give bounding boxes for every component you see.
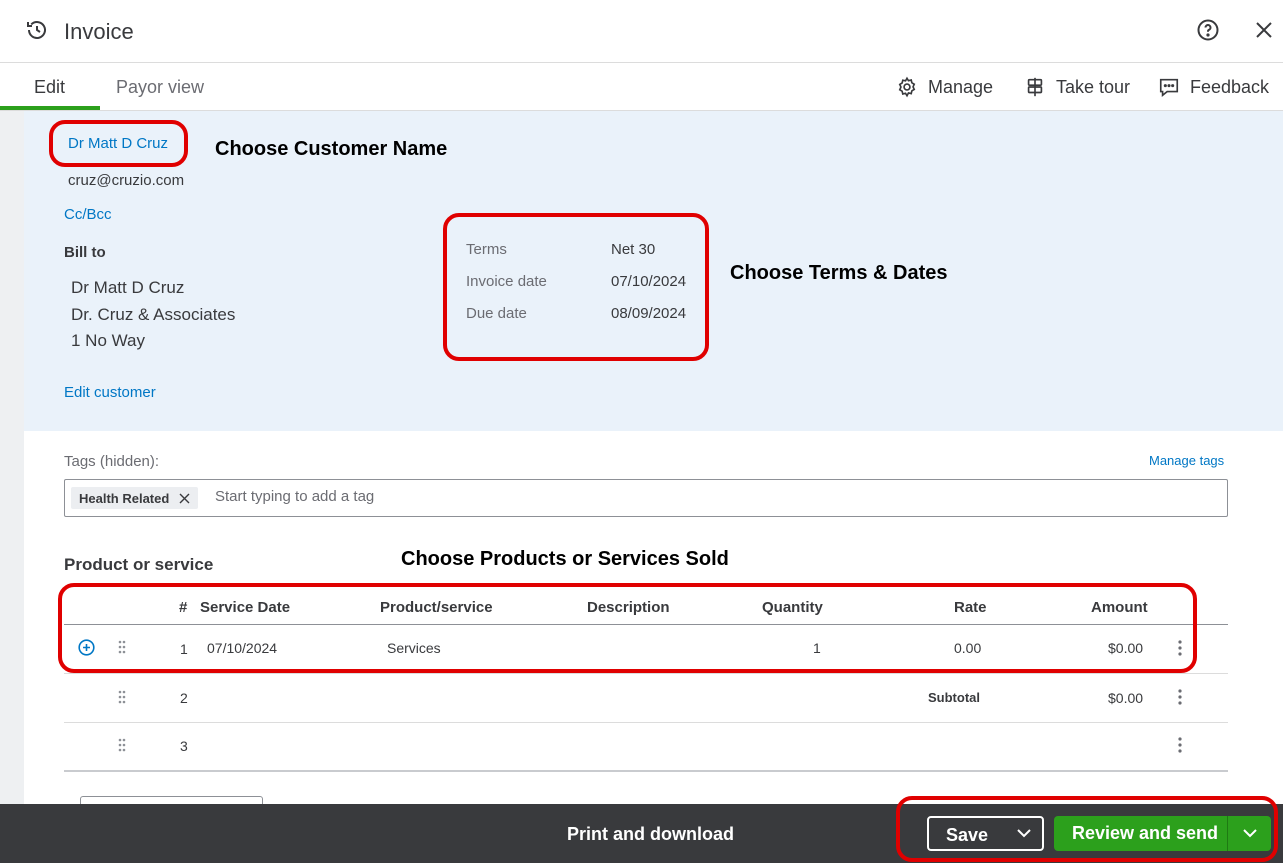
annotation-box-products [58, 583, 1197, 673]
history-icon[interactable] [25, 18, 49, 42]
row-more-icon[interactable] [1177, 689, 1183, 705]
tab-bar: Edit Payor view Manage Take tour Feedbac… [0, 63, 1283, 111]
annotation-customer: Choose Customer Name [215, 138, 448, 160]
chat-bubble-icon [1159, 78, 1179, 97]
table-bottom-divider [64, 770, 1228, 772]
bill-to-line: Dr. Cruz & Associates [71, 305, 236, 324]
manage-tags-link[interactable]: Manage tags [1149, 453, 1224, 468]
subtotal-label: Subtotal [928, 690, 980, 705]
row-number: 3 [180, 738, 188, 754]
annotation-products: Choose Products or Services Sold [401, 548, 729, 570]
take-tour-label: Take tour [1056, 76, 1131, 97]
remove-tag-icon[interactable] [179, 493, 190, 504]
product-section-title: Product or service [64, 555, 214, 574]
manage-button[interactable]: Manage [896, 75, 993, 99]
window-title: Invoice [64, 19, 134, 44]
row-divider [64, 722, 1228, 723]
close-icon[interactable] [1253, 19, 1275, 41]
active-tab-indicator [0, 106, 100, 110]
title-bar: Invoice [0, 0, 1283, 63]
drag-handle-icon[interactable] [118, 738, 126, 752]
feedback-button[interactable]: Feedback [1158, 75, 1269, 99]
tab-edit[interactable]: Edit [34, 77, 65, 98]
add-lines-button[interactable] [80, 796, 263, 804]
tab-payor-view[interactable]: Payor view [116, 77, 204, 98]
drag-handle-icon[interactable] [118, 690, 126, 704]
take-tour-button[interactable]: Take tour [1024, 75, 1130, 99]
manage-label: Manage [928, 76, 994, 97]
annotation-box-terms [443, 213, 709, 361]
bill-to-line: Dr Matt D Cruz [71, 278, 185, 297]
tag-chip-label: Health Related [79, 490, 170, 506]
tag-chip: Health Related [71, 487, 199, 509]
signpost-icon [1027, 77, 1043, 97]
row-divider [64, 673, 1228, 674]
tags-input[interactable]: Health Related Start typing to add a tag [64, 479, 1228, 517]
annotation-box-customer [49, 120, 188, 167]
feedback-label: Feedback [1190, 76, 1270, 97]
edit-customer-link[interactable]: Edit customer [64, 384, 156, 401]
annotation-terms: Choose Terms & Dates [730, 262, 948, 284]
print-download-button[interactable]: Print and download [567, 824, 734, 845]
cc-bcc-link[interactable]: Cc/Bcc [64, 206, 112, 223]
bill-to-label: Bill to [64, 244, 106, 261]
row-number: 2 [180, 690, 188, 706]
customer-email: cruz@cruzio.com [68, 172, 185, 189]
subtotal-amount: $0.00 [1108, 690, 1144, 706]
annotation-box-actions [896, 796, 1278, 862]
gear-icon [898, 76, 916, 98]
bill-to-line: 1 No Way [71, 331, 146, 350]
help-icon[interactable] [1196, 18, 1220, 42]
row-more-icon[interactable] [1177, 737, 1183, 753]
tags-label: Tags (hidden): [64, 453, 160, 470]
tags-placeholder: Start typing to add a tag [215, 488, 375, 505]
